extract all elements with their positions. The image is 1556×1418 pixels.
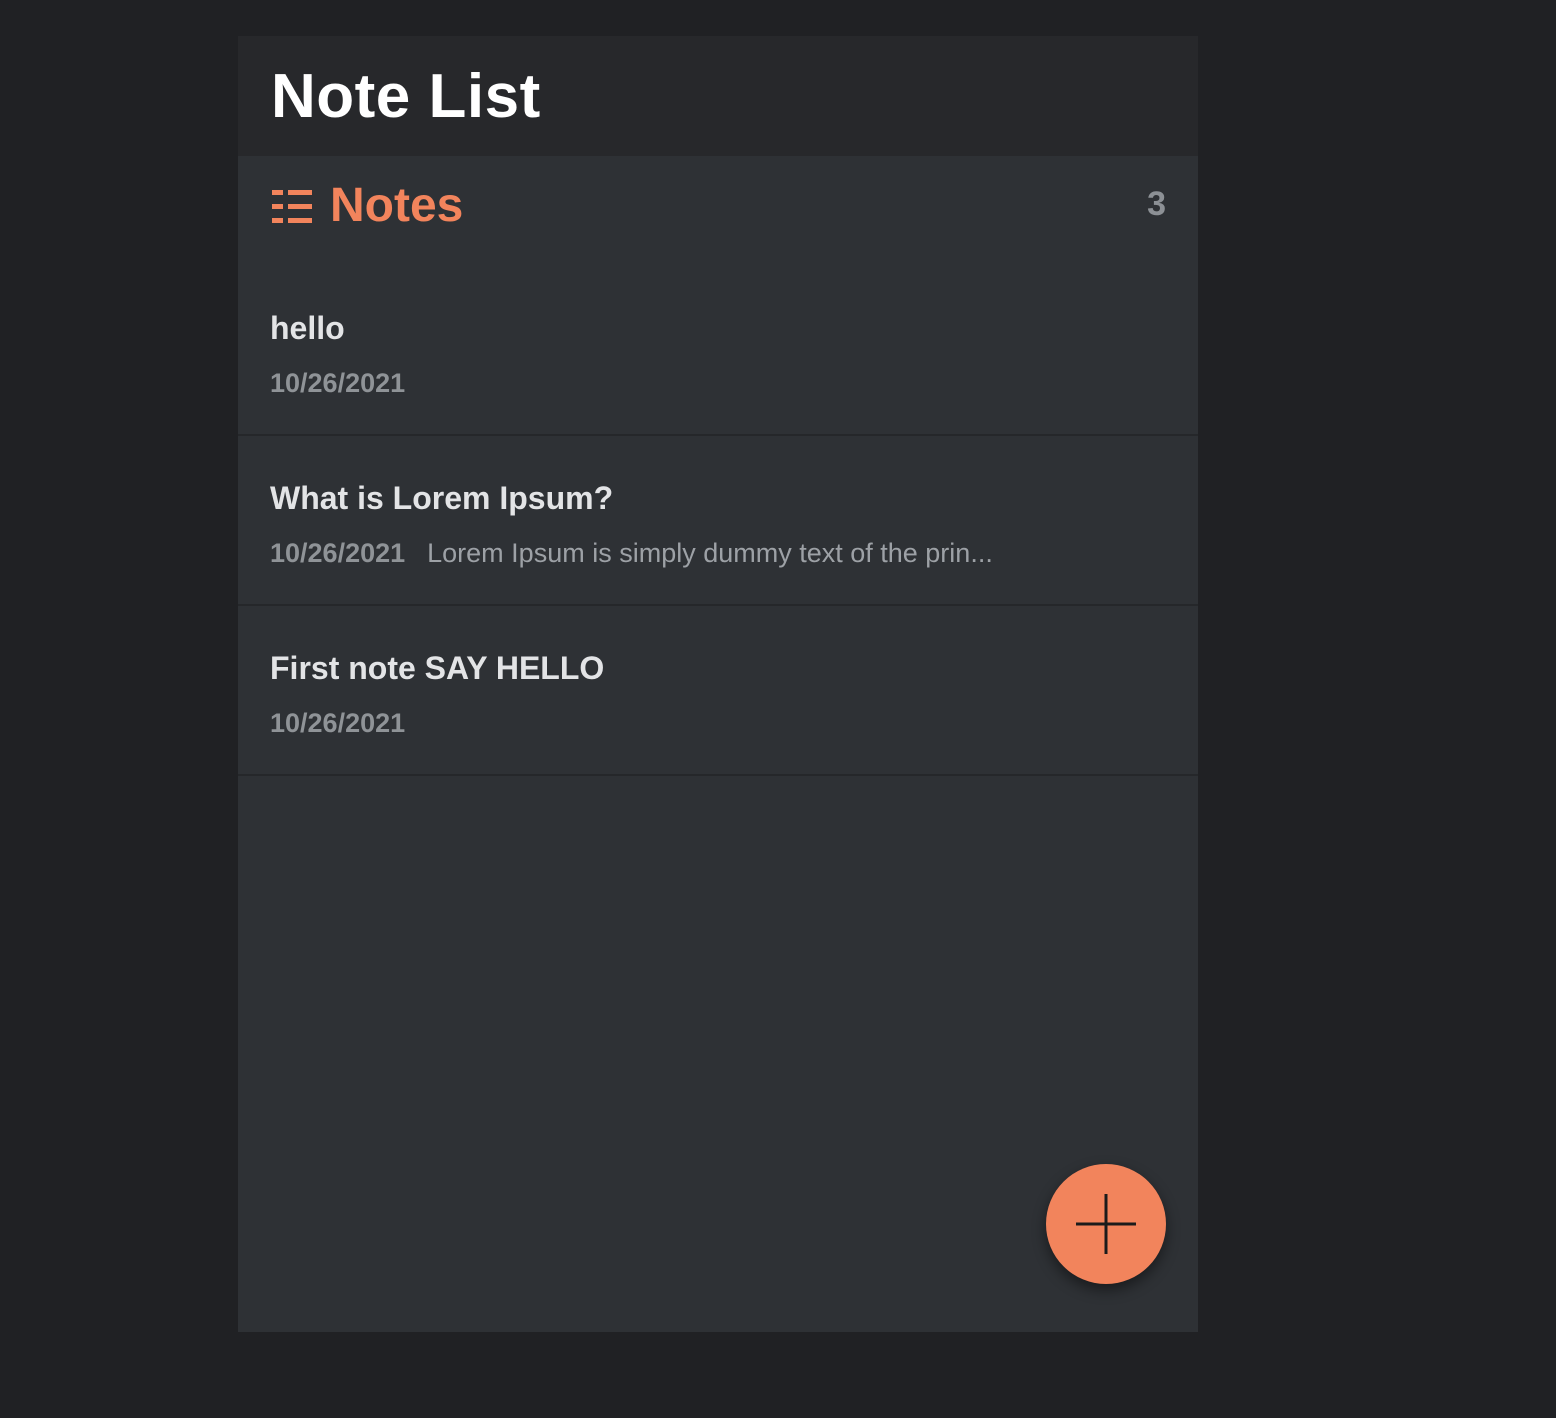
page-title: Note List <box>271 62 541 131</box>
note-meta: 10/26/2021 Lorem Ipsum is simply dummy te… <box>270 536 993 570</box>
note-date: 10/26/2021 <box>270 538 406 568</box>
note-list-panel: Note List Notes 3 hello 10/26/2021 What … <box>238 36 1198 1332</box>
note-meta: 10/26/2021 <box>270 706 405 740</box>
list-item[interactable]: First note SAY HELLO 10/26/2021 <box>238 606 1198 776</box>
app-header: Note List <box>238 36 1198 156</box>
plus-icon <box>1076 1194 1136 1254</box>
note-title: hello <box>270 310 345 346</box>
note-date: 10/26/2021 <box>270 368 406 398</box>
add-note-button[interactable] <box>1046 1164 1166 1284</box>
note-title: What is Lorem Ipsum? <box>270 480 614 516</box>
note-title: First note SAY HELLO <box>270 650 605 686</box>
section-title: Notes <box>330 179 464 232</box>
note-date: 10/26/2021 <box>270 708 406 738</box>
list-icon <box>272 190 312 223</box>
notes-section-header: Notes 3 <box>238 156 1198 266</box>
note-count-badge: 3 <box>1147 185 1166 223</box>
note-preview: Lorem Ipsum is simply dummy text of the … <box>427 538 993 568</box>
list-item[interactable]: What is Lorem Ipsum? 10/26/2021 Lorem Ips… <box>238 436 1198 606</box>
note-meta: 10/26/2021 <box>270 366 405 400</box>
note-list: hello 10/26/2021 What is Lorem Ipsum? 10… <box>238 266 1198 776</box>
list-item[interactable]: hello 10/26/2021 <box>238 266 1198 436</box>
